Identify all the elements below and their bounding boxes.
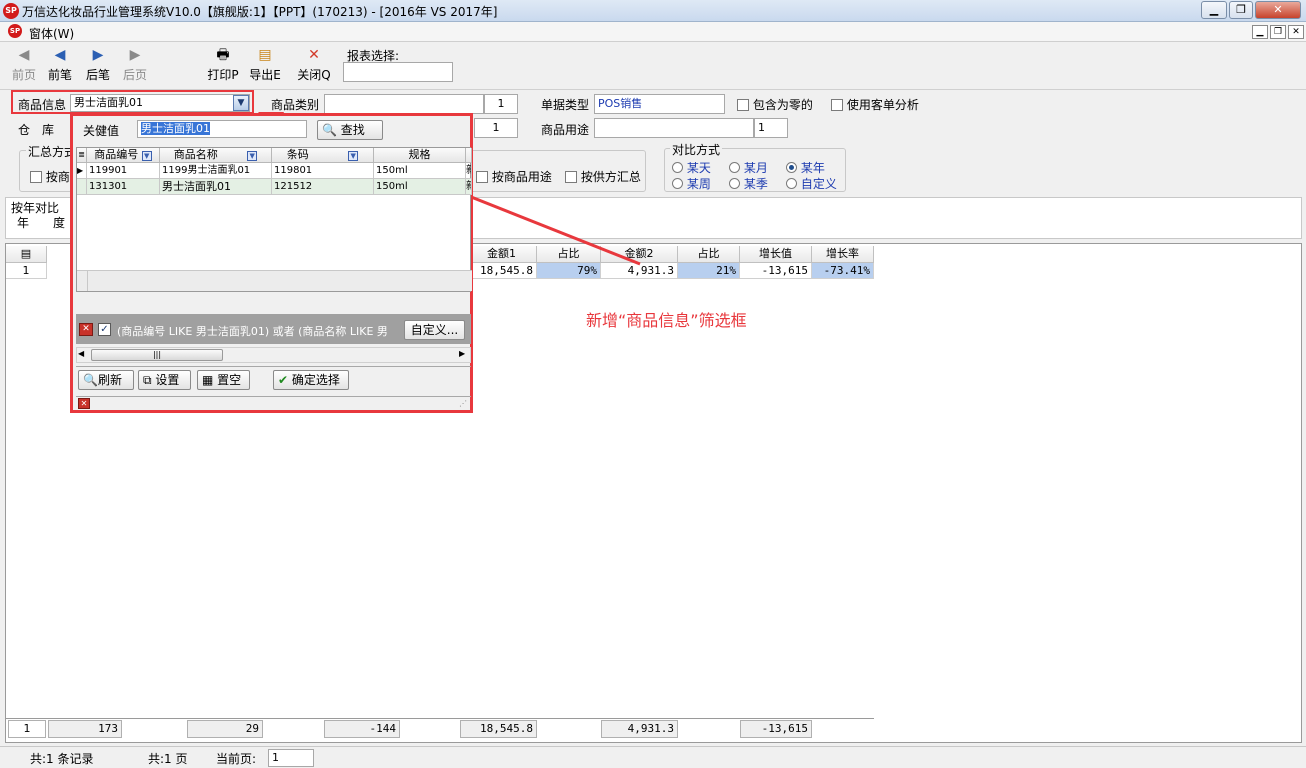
lookup-cell-code[interactable]: 131301: [87, 179, 160, 195]
lookup-cell-name[interactable]: 1199男士洁面乳01: [160, 163, 272, 179]
scroll-thumb[interactable]: |||: [91, 349, 223, 361]
lookup-cell-extra[interactable]: 新: [466, 163, 472, 179]
keyword-input[interactable]: 男士洁面乳01: [137, 120, 307, 138]
keyword-selected-text: 男士洁面乳01: [141, 122, 210, 135]
lookup-footer-divider: [87, 270, 88, 291]
lookup-header-barcode[interactable]: 条码 ▼: [272, 148, 374, 163]
lookup-corner[interactable]: ≣: [77, 148, 87, 163]
lookup-header-name[interactable]: 商品名称 ▼: [160, 148, 272, 163]
record-count: 共:1 条记录: [30, 752, 94, 766]
grid-icon: ▦: [202, 373, 214, 387]
lookup-cell-extra[interactable]: 新: [466, 179, 472, 195]
resize-grip-icon[interactable]: ⋰: [459, 399, 467, 408]
scroll-right-icon[interactable]: ▶: [459, 349, 465, 358]
lookup-header-spec[interactable]: 规格: [374, 148, 466, 163]
popup-close-icon[interactable]: ✕: [78, 398, 90, 409]
filter-expression-text: (商品编号 LIKE 男士洁面乳01) 或者 (商品名称 LIKE 男: [117, 325, 388, 338]
filter-icon[interactable]: ▼: [141, 151, 152, 161]
product-lookup-popup: 关健值 男士洁面乳01 🔍 查找 ≣ 商品编号 ▼ 商品名称 ▼ 条码 ▼ 规格…: [70, 113, 473, 413]
filter-icon[interactable]: ▼: [247, 151, 258, 161]
keyword-label: 关健值: [83, 124, 120, 138]
confirm-select-button[interactable]: ✔ 确定选择: [273, 370, 349, 390]
current-row-pointer-icon: ▶: [77, 163, 87, 179]
lookup-cell-code[interactable]: 119901: [87, 163, 160, 179]
lookup-cell-name[interactable]: 男士洁面乳01: [160, 179, 272, 195]
lookup-table: ≣ 商品编号 ▼ 商品名称 ▼ 条码 ▼ 规格 ▶ 119901 1199男士洁…: [76, 147, 472, 292]
lookup-cell-spec[interactable]: 150ml: [374, 163, 466, 179]
refresh-button[interactable]: 🔍刷新: [78, 370, 134, 390]
popup-status-strip: [76, 396, 471, 410]
check-icon: ✔: [278, 373, 289, 387]
refresh-icon: 🔍: [83, 373, 98, 387]
find-button[interactable]: 🔍 查找: [317, 120, 383, 140]
lookup-cell-barcode[interactable]: 121512: [272, 179, 374, 195]
status-bar: [0, 746, 1306, 768]
page-count: 共:1 页: [148, 752, 188, 766]
lookup-row-marker: [77, 179, 87, 195]
lookup-header-code[interactable]: 商品编号 ▼: [87, 148, 160, 163]
lookup-footer-band: [77, 270, 472, 291]
clear-button[interactable]: ▦ 置空: [197, 370, 250, 390]
current-page-label: 当前页:: [216, 752, 257, 766]
annotation-text: 新增“商品信息”筛选框: [586, 311, 747, 330]
button-divider: [76, 366, 471, 367]
scroll-left-icon[interactable]: ◀: [78, 349, 84, 358]
lookup-cell-spec[interactable]: 150ml: [374, 179, 466, 195]
lookup-cell-barcode[interactable]: 119801: [272, 163, 374, 179]
custom-filter-button[interactable]: 自定义...: [404, 320, 465, 340]
settings-button[interactable]: ⧉ 设置: [138, 370, 191, 390]
magnifier-icon: 🔍: [322, 123, 337, 137]
filter-icon[interactable]: ▼: [348, 151, 359, 161]
filter-enabled-checkbox[interactable]: ✓: [98, 323, 111, 336]
lookup-header-extra: [466, 148, 472, 163]
current-page-input[interactable]: 1: [268, 749, 314, 767]
settings-icon: ⧉: [143, 373, 152, 387]
clear-filter-icon[interactable]: ✕: [79, 323, 93, 336]
